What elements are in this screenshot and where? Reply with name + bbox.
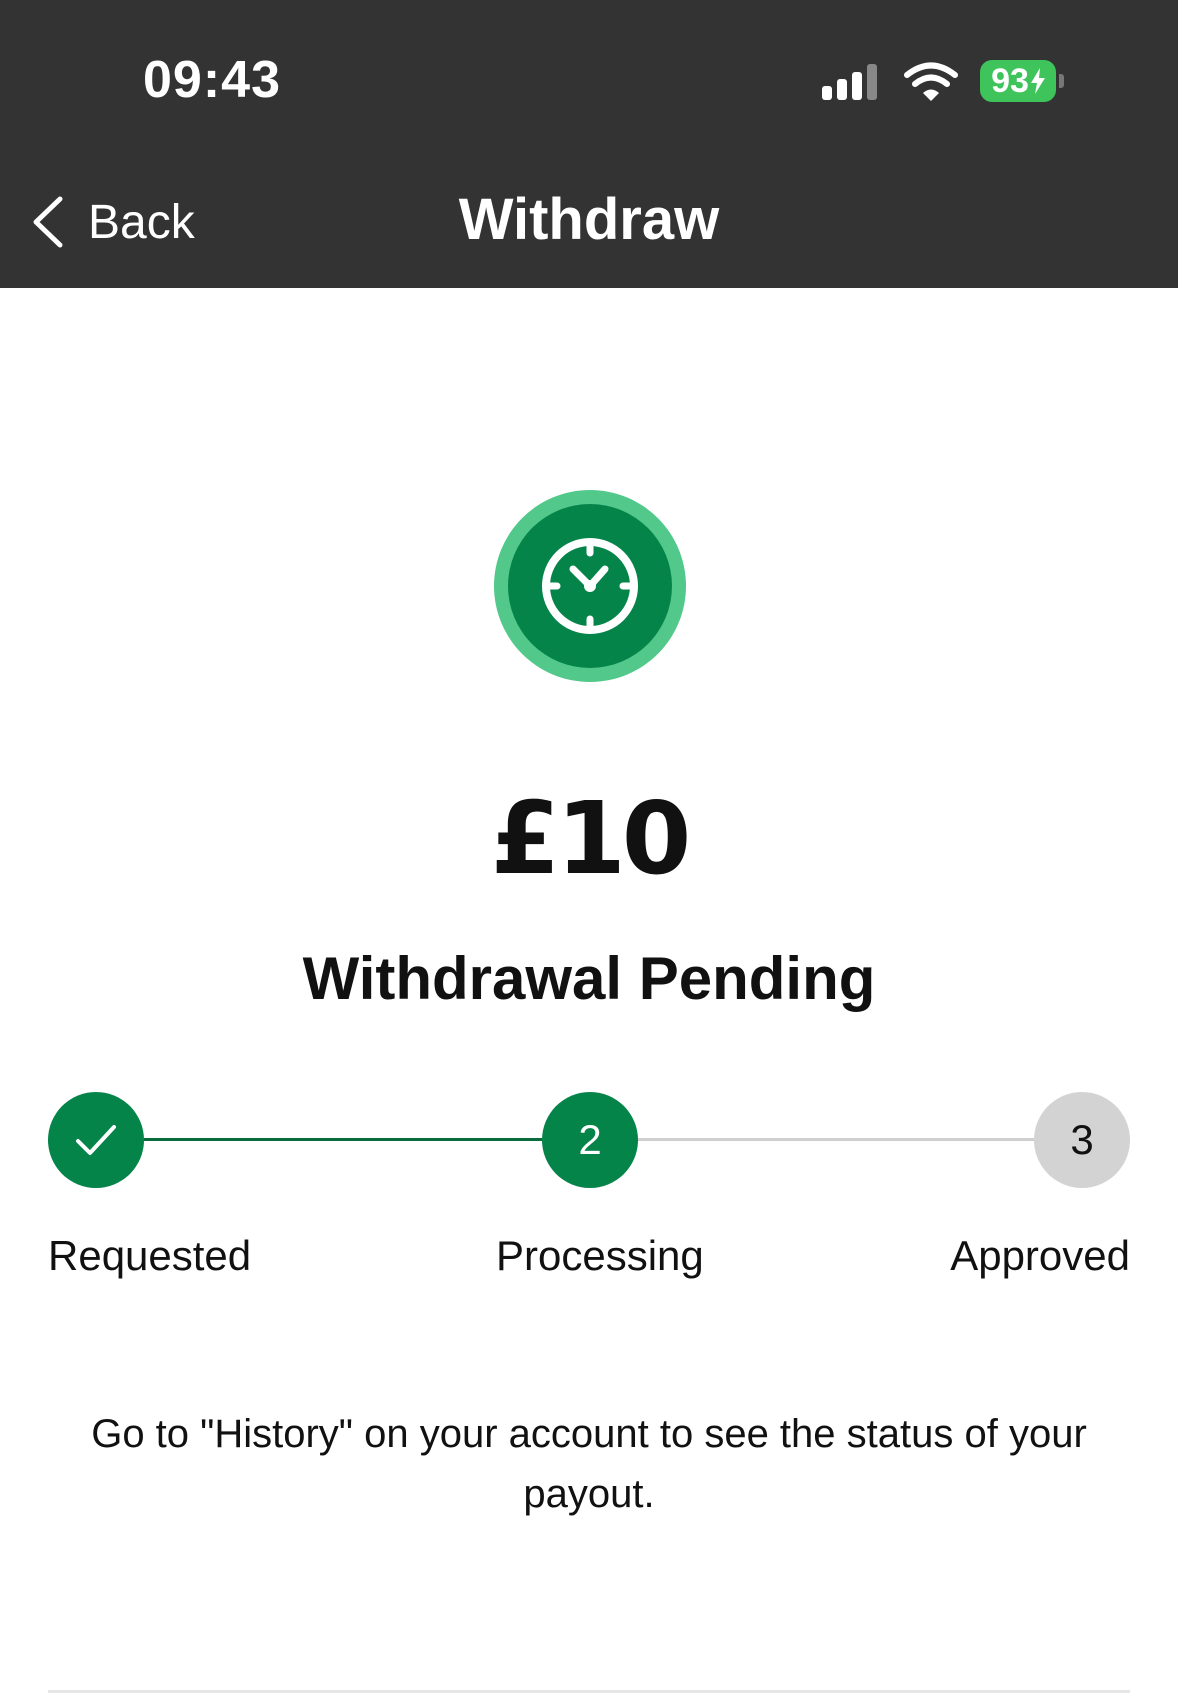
status-bar-icons: 93 — [822, 56, 1082, 106]
stepper-connector-pending — [638, 1138, 1038, 1141]
history-info-message: Go to "History" on your account to see t… — [91, 1412, 1087, 1516]
battery-tip — [1059, 74, 1064, 88]
signal-icon — [822, 64, 877, 100]
battery-level: 93 — [991, 61, 1029, 100]
status-bar-time: 09:43 — [143, 51, 281, 109]
step-requested-marker — [48, 1092, 144, 1188]
battery-charging-icon: 93 — [980, 60, 1064, 102]
stepper-connector-complete — [144, 1138, 544, 1141]
checkmark-icon — [76, 1125, 116, 1155]
progress-stepper: 2 3 Requested Processing Approved — [48, 1092, 1130, 1292]
step-processing-marker: 2 — [542, 1092, 638, 1188]
step-requested-label: Requested — [48, 1232, 252, 1279]
clock-pending-icon — [542, 538, 638, 634]
pending-status-badge — [494, 490, 686, 682]
step-approved-marker: 3 — [1034, 1092, 1130, 1188]
withdrawal-amount: £10 — [490, 780, 692, 897]
app-header: 09:43 93 Back Withdraw — [0, 0, 1178, 288]
withdrawal-status-heading: Withdrawal Pending — [302, 945, 876, 1012]
wifi-icon — [904, 62, 958, 101]
step-approved-label: Approved — [950, 1232, 1130, 1279]
charging-bolt-icon — [1030, 68, 1045, 94]
page-title: Withdraw — [458, 187, 720, 252]
step-processing-label: Processing — [496, 1232, 704, 1279]
